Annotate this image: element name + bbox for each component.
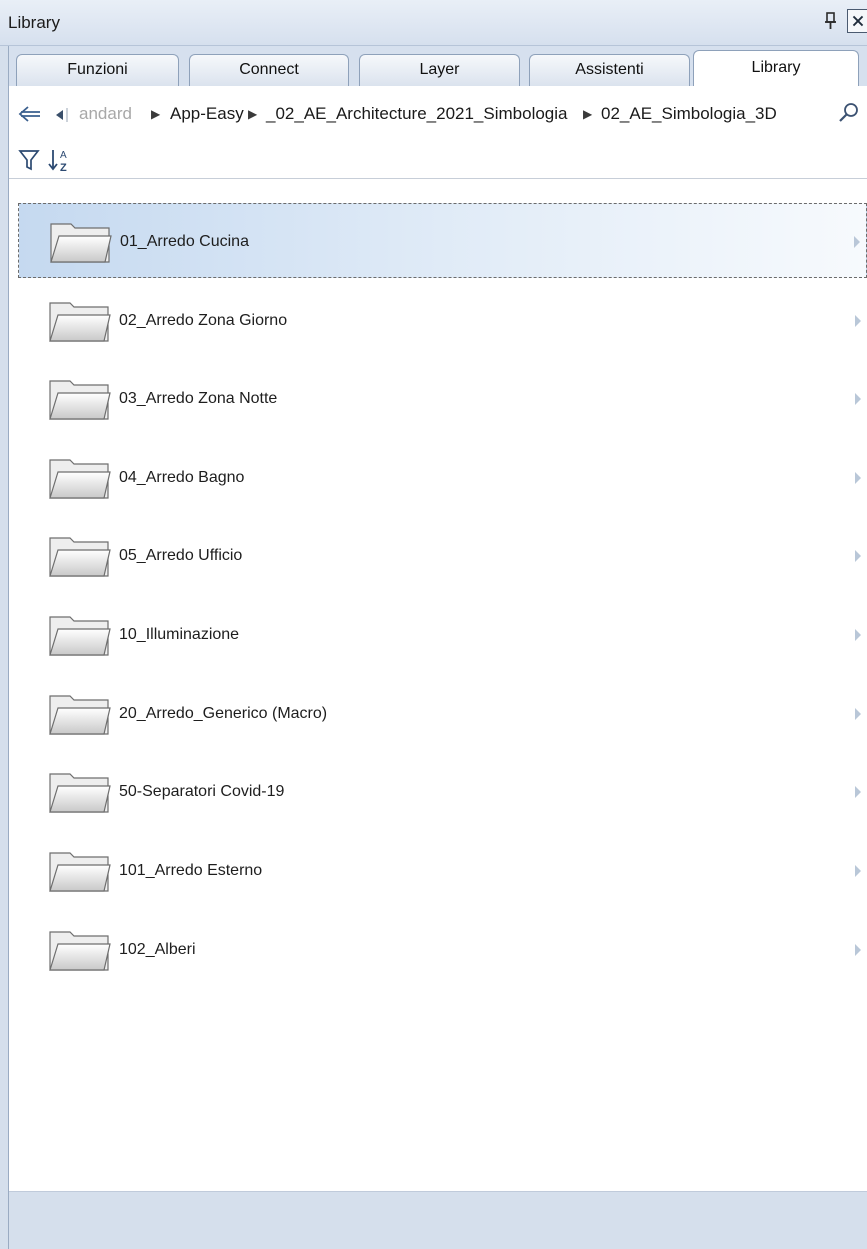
chevron-right-icon[interactable] [855,865,861,877]
list-item[interactable]: 20_Arredo_Generico (Macro) [18,676,867,751]
library-folder-list: 01_Arredo Cucina 02_Arredo Zona Giorno 0… [9,180,867,1191]
panel-titlebar: Library [0,0,867,46]
list-item[interactable]: 101_Arredo Esterno [18,833,867,908]
sort-az-icon[interactable]: A Z [47,146,73,174]
chevron-right-icon[interactable] [855,786,861,798]
folder-icon [49,537,111,577]
folder-icon [49,852,111,892]
tab-strip: Funzioni Connect Layer Assistenti Librar… [9,46,867,86]
pin-icon[interactable] [822,9,840,33]
tab-library[interactable]: Library [693,50,859,86]
tab-funzioni[interactable]: Funzioni [16,54,179,86]
chevron-right-icon[interactable] [855,550,861,562]
folder-icon [49,695,111,735]
breadcrumb-separator-icon[interactable]: ▶ [151,86,160,142]
back-arrow-icon[interactable] [18,104,42,124]
breadcrumb: andard ▶ App-Easy ▶ _02_AE_Architecture_… [9,86,867,142]
list-item[interactable]: 10_Illuminazione [18,597,867,672]
folder-icon [49,931,111,971]
svg-text:Z: Z [60,162,67,174]
breadcrumb-item[interactable]: App-Easy [170,86,244,142]
breadcrumb-separator-icon[interactable]: ▶ [248,86,257,142]
chevron-right-icon[interactable] [855,708,861,720]
search-icon[interactable] [838,102,860,124]
breadcrumb-item[interactable]: _02_AE_Architecture_2021_Simbologia [266,86,567,142]
folder-name: 50-Separatori Covid-19 [119,783,285,800]
list-item[interactable]: 02_Arredo Zona Giorno [18,283,867,358]
folder-name: 10_Illuminazione [119,626,240,643]
folder-icon [49,302,111,342]
list-item[interactable]: 102_Alberi [18,912,867,987]
filter-icon[interactable] [18,148,40,172]
svg-text:A: A [60,150,67,161]
chevron-right-icon[interactable] [855,629,861,641]
list-item[interactable]: 03_Arredo Zona Notte [18,361,867,436]
window-left-frame [0,0,9,1249]
chevron-right-icon[interactable] [855,472,861,484]
folder-icon [50,223,112,263]
list-item[interactable]: 04_Arredo Bagno [18,440,867,515]
tab-connect[interactable]: Connect [189,54,349,86]
filter-toolbar: A Z [9,142,867,179]
list-item[interactable]: 01_Arredo Cucina [18,203,867,278]
list-item[interactable]: 50-Separatori Covid-19 [18,754,867,829]
folder-icon [49,380,111,420]
chevron-right-icon[interactable] [855,944,861,956]
folder-name: 02_Arredo Zona Giorno [119,312,288,329]
folder-name: 01_Arredo Cucina [120,233,249,250]
breadcrumb-item[interactable]: andard [79,86,132,142]
panel-title: Library [8,13,60,32]
chevron-right-icon[interactable] [855,393,861,405]
tab-layer[interactable]: Layer [359,54,520,86]
close-icon[interactable] [847,9,867,33]
folder-icon [49,773,111,813]
folder-name: 101_Arredo Esterno [119,862,263,879]
folder-name: 05_Arredo Ufficio [119,547,243,564]
folder-name: 20_Arredo_Generico (Macro) [119,705,328,722]
tab-assistenti[interactable]: Assistenti [529,54,690,86]
folder-icon [49,616,111,656]
list-item[interactable]: 05_Arredo Ufficio [18,518,867,593]
folder-name: 102_Alberi [119,941,196,958]
status-bar [9,1191,867,1249]
history-dropdown-icon[interactable] [52,108,68,122]
chevron-right-icon[interactable] [855,315,861,327]
breadcrumb-item[interactable]: 02_AE_Simbologia_3D [601,86,777,142]
chevron-right-icon[interactable] [854,236,860,248]
folder-name: 03_Arredo Zona Notte [119,390,278,407]
folder-icon [49,459,111,499]
folder-name: 04_Arredo Bagno [119,469,245,486]
breadcrumb-separator-icon[interactable]: ▶ [583,86,592,142]
